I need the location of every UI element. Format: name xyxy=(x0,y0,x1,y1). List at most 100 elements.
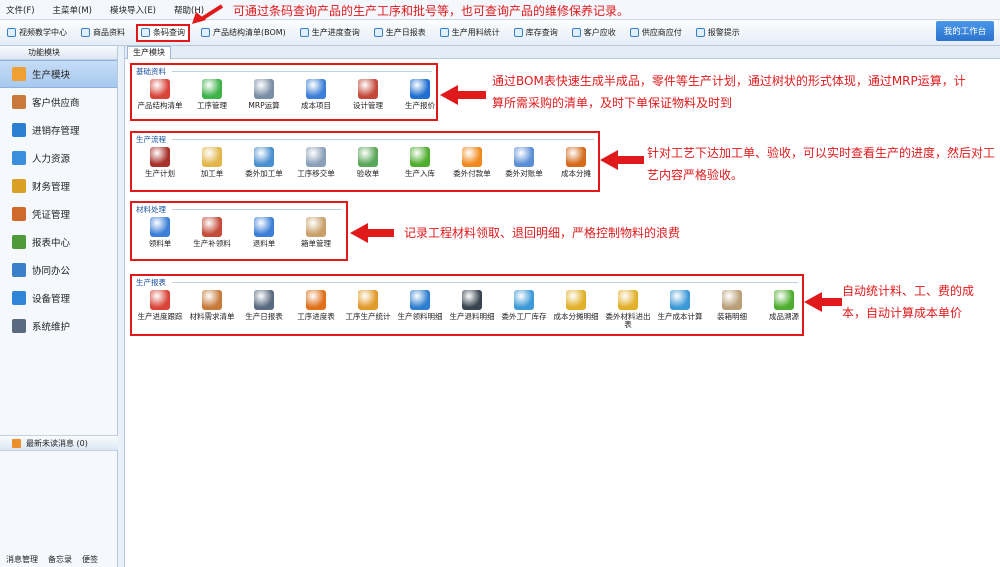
menu-file[interactable]: 文件(F) xyxy=(6,4,35,16)
toolbar-progress-query[interactable]: 生产进度查询 xyxy=(297,24,363,42)
tab-production-module[interactable]: 生产模块 xyxy=(127,46,171,59)
module-icon xyxy=(202,290,222,310)
module-item[interactable]: 委外工厂库存 xyxy=(498,288,550,329)
module-item[interactable]: 材料需求清单 xyxy=(186,288,238,329)
sidebar-item[interactable]: 协同办公 xyxy=(0,256,117,284)
group-title: 材料处理 xyxy=(136,205,166,214)
sidebar-item-label: 财务管理 xyxy=(32,182,71,193)
toolbar-payables[interactable]: 供应商应付 xyxy=(627,24,685,42)
module-label: 工序进度表 xyxy=(297,312,335,321)
sidebar-item-label: 进销存管理 xyxy=(32,126,80,137)
sidebar-item[interactable]: 生产模块 xyxy=(0,60,117,88)
module-item[interactable]: 生产报价 xyxy=(394,77,446,110)
module-item[interactable]: 成本分摊 xyxy=(550,145,602,178)
arrow-report xyxy=(804,292,842,312)
module-label: 委外付款单 xyxy=(453,169,491,178)
alert-icon xyxy=(695,28,705,37)
sidebar-header: 功能模块 xyxy=(0,46,117,60)
menu-main[interactable]: 主菜单(M) xyxy=(53,4,92,16)
tab-bar: 生产模块 xyxy=(125,46,1000,59)
sidebar-item[interactable]: 系统维护 xyxy=(0,312,117,340)
module-item[interactable]: 装箱明细 xyxy=(706,288,758,329)
module-item[interactable]: 设计管理 xyxy=(342,77,394,110)
toolbar-material-stats[interactable]: 生产用料统计 xyxy=(437,24,503,42)
module-item[interactable]: 生产计划 xyxy=(134,145,186,178)
sidebar-item[interactable]: 客户供应商 xyxy=(0,88,117,116)
module-label: 加工单 xyxy=(200,169,224,178)
sidebar-item[interactable]: 凭证管理 xyxy=(0,200,117,228)
toolbar-inventory-query[interactable]: 库存查询 xyxy=(511,24,561,42)
module-item[interactable]: 委外付款单 xyxy=(446,145,498,178)
module-item[interactable]: 生产进度跟踪 xyxy=(134,288,186,329)
module-item[interactable]: 退料单 xyxy=(238,215,290,248)
module-label: 委外材料进出表 xyxy=(605,312,651,329)
module-icon xyxy=(774,290,794,310)
lock-icon xyxy=(12,319,26,333)
coins-icon xyxy=(12,179,26,193)
module-icon xyxy=(410,290,430,310)
module-icon xyxy=(306,217,326,237)
memo-link[interactable]: 备忘录 xyxy=(48,554,72,565)
voucher-icon xyxy=(12,207,26,221)
my-workbench-button[interactable]: 我的工作台 xyxy=(936,21,994,41)
module-item[interactable]: 成品溯源 xyxy=(758,288,810,329)
annotation-report: 自动统计料、工、费的成本，自动计算成本单价 xyxy=(842,284,975,320)
module-item[interactable]: MRP运算 xyxy=(238,77,290,110)
annotation-barcode: 可通过条码查询产品的生产工序和批号等，也可查询产品的维修保养记录。 xyxy=(233,4,630,18)
module-item[interactable]: 生产日报表 xyxy=(238,288,290,329)
toolbar: 视频教学中心 商品资料 条码查询 产品结构清单(BOM) 生产进度查询 生产日报… xyxy=(0,20,1000,46)
module-item[interactable]: 工序进度表 xyxy=(290,288,342,329)
module-icon xyxy=(202,79,222,99)
module-item[interactable]: 委外加工单 xyxy=(238,145,290,178)
annotation-flow: 针对工艺下达加工单、验收，可以实时查看生产的进度，然后对工艺内容严格验收。 xyxy=(647,146,996,182)
module-item[interactable]: 成本分摊明细 xyxy=(550,288,602,329)
sidebar-item-label: 报表中心 xyxy=(32,238,71,249)
module-item[interactable]: 生产成本计算 xyxy=(654,288,706,329)
module-item[interactable]: 领料单 xyxy=(134,215,186,248)
module-item[interactable]: 成本项目 xyxy=(290,77,342,110)
sidebar-item[interactable]: 报表中心 xyxy=(0,228,117,256)
toolbar-alerts[interactable]: 报警提示 xyxy=(693,24,743,42)
module-icon xyxy=(618,290,638,310)
menu-module-import[interactable]: 模块导入(E) xyxy=(110,4,156,16)
sidebar-item[interactable]: 财务管理 xyxy=(0,172,117,200)
module-item[interactable]: 生产退料明细 xyxy=(446,288,498,329)
module-icon xyxy=(202,217,222,237)
toolbar-video-tutorial[interactable]: 视频教学中心 xyxy=(4,24,70,42)
toolbar-receivables[interactable]: 客户应收 xyxy=(569,24,619,42)
module-item[interactable]: 委外材料进出表 xyxy=(602,288,654,329)
module-label: 委外对账单 xyxy=(505,169,543,178)
sidebar-bottom-links: 消息管理 备忘录 便签 xyxy=(0,552,118,567)
module-label: 设计管理 xyxy=(353,101,383,110)
sidebar-item[interactable]: 人力资源 xyxy=(0,144,117,172)
person-icon xyxy=(12,151,26,165)
module-item[interactable]: 工序移交单 xyxy=(290,145,342,178)
message-management-link[interactable]: 消息管理 xyxy=(6,554,38,565)
module-icon xyxy=(410,147,430,167)
toolbar-barcode-query[interactable]: 条码查询 xyxy=(136,23,190,42)
module-icon xyxy=(150,147,170,167)
module-icon xyxy=(254,217,274,237)
module-label: 产品结构清单 xyxy=(137,101,183,110)
sticky-note-link[interactable]: 便签 xyxy=(82,554,98,565)
module-item[interactable]: 生产入库 xyxy=(394,145,446,178)
sidebar-item[interactable]: 设备管理 xyxy=(0,284,117,312)
module-item[interactable]: 生产领料明细 xyxy=(394,288,446,329)
module-item[interactable]: 生产补领料 xyxy=(186,215,238,248)
module-label: 生产领料明细 xyxy=(397,312,443,321)
module-item[interactable]: 工序生产统计 xyxy=(342,288,394,329)
module-item[interactable]: 箱单管理 xyxy=(290,215,342,248)
toolbar-daily-report[interactable]: 生产日报表 xyxy=(371,24,429,42)
module-label: 工序管理 xyxy=(197,101,227,110)
toolbar-product-info[interactable]: 商品资料 xyxy=(78,24,128,42)
module-item[interactable]: 委外对账单 xyxy=(498,145,550,178)
module-item[interactable]: 加工单 xyxy=(186,145,238,178)
module-item[interactable]: 验收单 xyxy=(342,145,394,178)
module-label: 装箱明细 xyxy=(717,312,747,321)
toolbar-bom[interactable]: 产品结构清单(BOM) xyxy=(198,24,289,42)
sidebar-item[interactable]: 进销存管理 xyxy=(0,116,117,144)
module-item[interactable]: 工序管理 xyxy=(186,77,238,110)
annotation-material: 记录工程材料领取、退回明细，严格控制物料的浪费 xyxy=(404,226,681,240)
module-item[interactable]: 产品结构清单 xyxy=(134,77,186,110)
unread-messages[interactable]: 最新未读消息 (0) xyxy=(0,435,118,451)
